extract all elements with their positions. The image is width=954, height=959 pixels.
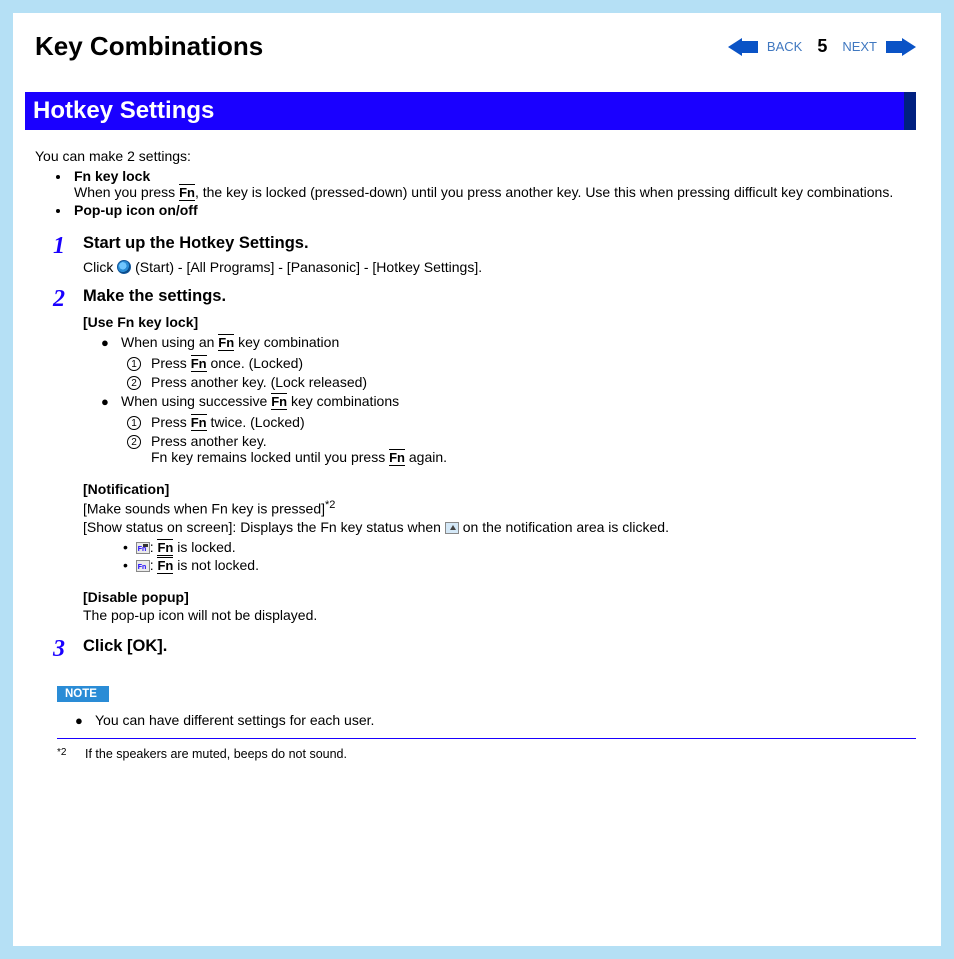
note-section: NOTE ● You can have different settings f… [57,684,916,739]
step-detail: Click (Start) - [All Programs] - [Panaso… [83,259,916,275]
step-number: 1 [41,234,77,258]
notification-line2: [Show status on screen]: Displays the Fn… [83,519,916,535]
text: once. (Locked) [207,355,304,371]
section-heading: Hotkey Settings [25,92,916,130]
text: [Make sounds when Fn key is pressed] [83,501,325,517]
document-page: Key Combinations BACK 5 NEXT Hotkey Sett… [13,13,941,946]
text: Press another key. (Lock released) [151,374,367,390]
step-title: Click [OK]. [83,637,916,656]
sub-heading-notification: [Notification] [83,481,916,497]
text: is locked. [173,539,235,555]
sub-step: 1 Press Fn once. (Locked) [127,355,916,371]
fn-key-icon: Fn [191,355,207,372]
text: [Show status on screen]: Displays the Fn… [83,519,445,535]
text: Press another key. [151,433,447,449]
next-link[interactable]: NEXT [842,39,877,54]
intro-text: You can make 2 settings: [35,148,916,164]
note-text: You can have different settings for each… [95,712,374,728]
status-list: • Fn: Fn is locked. • Fn: Fn is not lock… [123,539,916,573]
circled-2-icon: 2 [127,435,141,449]
text: When using successive [121,393,271,409]
circled-1-icon: 1 [127,416,141,430]
footnote-ref: *2 [325,499,335,511]
step-1: 1 Start up the Hotkey Settings. Click (S… [41,234,916,275]
footnote: *2 If the speakers are muted, beeps do n… [57,747,916,761]
setting-title: Pop-up icon on/off [74,202,198,218]
text: twice. (Locked) [207,414,305,430]
fn-key-icon: Fn [157,557,173,574]
step-number: 2 [41,287,77,311]
page-title: Key Combinations [35,31,263,62]
sub-heading-disable-popup: [Disable popup] [83,589,916,605]
text: Press [151,414,191,430]
step-number: 3 [41,637,77,661]
text: Press [151,355,191,371]
fn-key-icon: Fn [389,449,405,466]
text: on the notification area is clicked. [459,519,669,535]
setting-desc-part2: , the key is locked (pressed-down) until… [195,184,893,200]
text: (Start) - [All Programs] - [Panasonic] -… [131,259,482,275]
circled-2-icon: 2 [127,376,141,390]
setting-desc-part1: When you press [74,184,179,200]
sub-heading-fn-lock: [Use Fn key lock] [83,314,916,330]
sub-step: 2 Press another key. (Lock released) [127,374,916,390]
text: key combinations [287,393,399,409]
bullet-row: ● When using an Fn key combination [101,334,916,352]
tray-arrow-icon [445,522,459,534]
steps-container: 1 Start up the Hotkey Settings. Click (S… [41,234,916,662]
bullet-icon: ● [101,334,111,352]
page-nav: BACK 5 NEXT [728,36,916,57]
fn-locked-icon: Fn [136,542,150,554]
bullet-icon: ● [75,712,85,730]
fn-key-icon: Fn [157,539,173,556]
start-menu-icon [117,260,131,274]
fn-key-icon: Fn [191,414,207,431]
sub-step: 2 Press another key. Fn key remains lock… [127,433,916,465]
fn-unlocked-icon: Fn [136,560,150,572]
status-unlocked: • Fn: Fn is not locked. [123,557,916,573]
text: Fn key remains locked until you press [151,449,389,465]
step-title: Make the settings. [83,287,916,306]
setting-title: Fn key lock [74,168,150,184]
note-label: NOTE [57,686,109,702]
fn-key-icon: Fn [218,334,234,351]
circled-1-icon: 1 [127,357,141,371]
footnote-mark: *2 [57,747,77,758]
fn-key-icon: Fn [271,393,287,410]
page-number: 5 [817,36,827,57]
setting-popup: Pop-up icon on/off [71,202,916,218]
back-arrow-icon[interactable] [728,38,758,56]
step-title: Start up the Hotkey Settings. [83,234,916,253]
text: is not locked. [173,557,259,573]
bullet-icon: ● [101,393,111,411]
bullet-group: ● When using an Fn key combination 1 Pre… [101,334,916,465]
text: key combination [234,334,339,350]
page-header: Key Combinations BACK 5 NEXT [35,31,916,62]
setting-fn-key-lock: Fn key lock When you press Fn, the key i… [71,168,916,200]
back-link[interactable]: BACK [767,39,802,54]
footnote-text: If the speakers are muted, beeps do not … [85,747,347,761]
next-arrow-icon[interactable] [886,38,916,56]
text: again. [405,449,447,465]
fn-key-icon: Fn [179,184,195,201]
bullet-row: ● When using successive Fn key combinati… [101,393,916,411]
notification-line1: [Make sounds when Fn key is pressed]*2 [83,499,916,517]
note-body: ● You can have different settings for ea… [57,712,916,730]
text: Click [83,259,117,275]
disable-popup-text: The pop-up icon will not be displayed. [83,607,916,623]
sub-step: 1 Press Fn twice. (Locked) [127,414,916,430]
settings-list: Fn key lock When you press Fn, the key i… [39,168,916,218]
step-2: 2 Make the settings. [Use Fn key lock] ●… [41,287,916,625]
status-locked: • Fn: Fn is locked. [123,539,916,555]
step-3: 3 Click [OK]. [41,637,916,662]
text: When using an [121,334,218,350]
